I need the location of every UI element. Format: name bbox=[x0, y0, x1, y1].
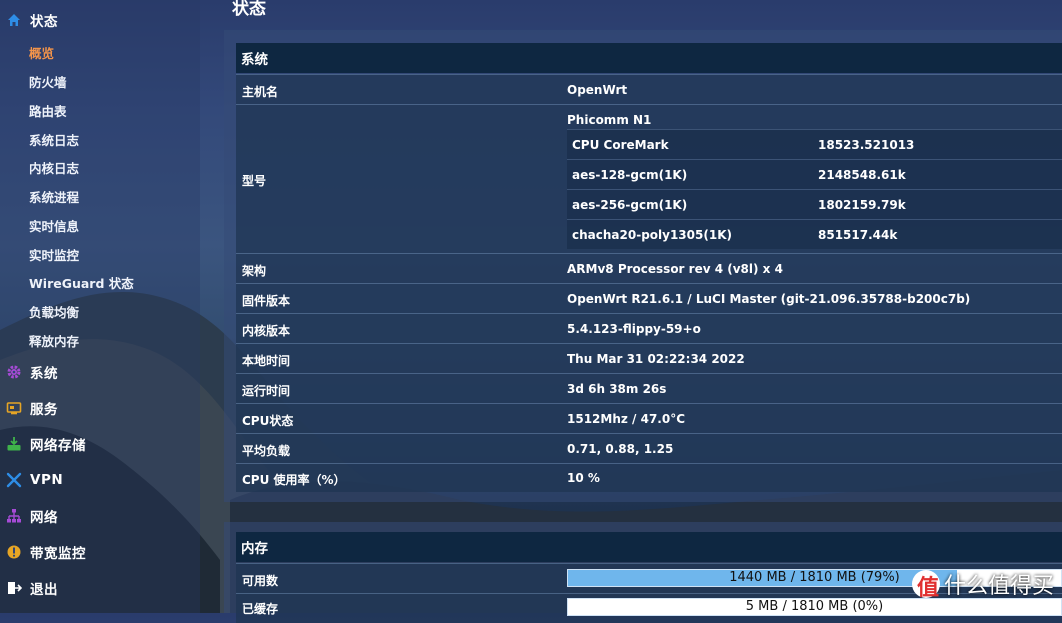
table-row: 运行时间 3d 6h 38m 26s bbox=[236, 373, 1062, 403]
nav-group-logout[interactable]: 退出 bbox=[0, 576, 200, 600]
nav-group-label: 退出 bbox=[30, 582, 58, 598]
benchmark-key: aes-256-gcm(1K) bbox=[572, 198, 688, 212]
logout-icon bbox=[8, 582, 22, 594]
sidebar-item-processes[interactable]: 系统进程 bbox=[29, 187, 79, 206]
home-icon bbox=[8, 14, 20, 26]
row-key: 可用数 bbox=[242, 574, 279, 588]
benchmark-row: chacha20-poly1305(1K) 851517.44k bbox=[567, 219, 1062, 249]
row-key: 内核版本 bbox=[242, 324, 291, 338]
nav-group-vpn[interactable]: VPN bbox=[0, 468, 200, 492]
sidebar-item-system-log[interactable]: 系统日志 bbox=[29, 130, 79, 149]
nav-group-network[interactable]: 网络 bbox=[0, 504, 200, 528]
row-value: 0.71, 0.88, 1.25 bbox=[567, 442, 674, 456]
benchmark-row: aes-128-gcm(1K) 2148548.61k bbox=[567, 159, 1062, 189]
row-value: Thu Mar 31 02:22:34 2022 bbox=[567, 352, 745, 366]
benchmark-value: 18523.521013 bbox=[818, 138, 915, 152]
table-row: 固件版本 OpenWrt R21.6.1 / LuCI Master (git-… bbox=[236, 283, 1062, 313]
row-value: 10 % bbox=[567, 471, 600, 485]
sidebar-item-routes[interactable]: 路由表 bbox=[29, 101, 67, 120]
benchmark-row: aes-256-gcm(1K) 1802159.79k bbox=[567, 189, 1062, 219]
row-value: 3d 6h 38m 26s bbox=[567, 382, 667, 396]
nav-group-bandwidth[interactable]: 带宽监控 bbox=[0, 540, 200, 564]
nav-group-system[interactable]: 系统 bbox=[0, 360, 200, 384]
memory-cached-bar: 5 MB / 1810 MB (0%) bbox=[567, 598, 1062, 616]
sidebar-item-free-memory[interactable]: 释放内存 bbox=[29, 331, 79, 350]
services-icon bbox=[6, 402, 22, 415]
row-value: ARMv8 Processor rev 4 (v8l) x 4 bbox=[567, 262, 783, 276]
nav-group-label: 网络存储 bbox=[30, 438, 86, 454]
nav-group-services[interactable]: 服务 bbox=[0, 396, 200, 420]
vpn-icon bbox=[6, 472, 22, 488]
benchmark-key: chacha20-poly1305(1K) bbox=[572, 228, 732, 242]
row-key: 固件版本 bbox=[242, 294, 291, 308]
row-key: 已缓存 bbox=[242, 602, 279, 616]
table-row: CPU状态 1512Mhz / 47.0°C bbox=[236, 403, 1062, 433]
bandwidth-icon bbox=[7, 545, 21, 559]
main-content: 状态 系统 主机名 OpenWrt 型号 Phicomm N1 CPU Core… bbox=[224, 0, 1062, 623]
page-title: 状态 bbox=[232, 0, 266, 19]
sidebar-item-wireguard[interactable]: WireGuard 状态 bbox=[29, 273, 134, 292]
sidebar-item-realtime-monitor[interactable]: 实时监控 bbox=[29, 245, 79, 264]
row-key: CPU状态 bbox=[242, 414, 294, 428]
sidebar: 状态 概览 防火墙 路由表 系统日志 内核日志 系统进程 实时信息 实时监控 W… bbox=[0, 0, 200, 613]
gear-icon bbox=[7, 365, 21, 379]
row-value: 5.4.123-flippy-59+o bbox=[567, 322, 701, 336]
network-icon bbox=[7, 509, 21, 523]
sidebar-item-load-balance[interactable]: 负载均衡 bbox=[29, 302, 79, 321]
nav-group-label: VPN bbox=[30, 472, 64, 488]
benchmark-value: 2148548.61k bbox=[818, 168, 906, 182]
table-row-model: 型号 Phicomm N1 CPU CoreMark 18523.521013 … bbox=[236, 104, 1062, 253]
sidebar-item-firewall[interactable]: 防火墙 bbox=[29, 72, 67, 91]
nav-group-status[interactable]: 状态 bbox=[0, 8, 200, 32]
row-key: 型号 bbox=[242, 174, 267, 188]
benchmark-key: CPU CoreMark bbox=[572, 138, 669, 152]
row-key: 运行时间 bbox=[242, 384, 291, 398]
sidebar-item-overview[interactable]: 概览 bbox=[29, 43, 54, 62]
sidebar-item-kernel-log[interactable]: 内核日志 bbox=[29, 158, 79, 177]
nav-group-label: 状态 bbox=[30, 14, 58, 30]
table-row: 本地时间 Thu Mar 31 02:22:34 2022 bbox=[236, 343, 1062, 373]
watermark-text: 什么值得买 bbox=[943, 574, 1054, 599]
storage-icon bbox=[7, 437, 21, 451]
nav-group-label: 网络 bbox=[30, 510, 58, 526]
row-key: 主机名 bbox=[242, 85, 279, 99]
row-value: OpenWrt R21.6.1 / LuCI Master (git-21.09… bbox=[567, 292, 971, 306]
benchmark-key: aes-128-gcm(1K) bbox=[572, 168, 688, 182]
row-key: 本地时间 bbox=[242, 354, 291, 368]
benchmark-row: CPU CoreMark 18523.521013 bbox=[567, 129, 1062, 159]
nav-group-nas[interactable]: 网络存储 bbox=[0, 432, 200, 456]
nav-group-label: 带宽监控 bbox=[30, 546, 86, 562]
table-row: 内核版本 5.4.123-flippy-59+o bbox=[236, 313, 1062, 343]
watermark-badge: 值 bbox=[911, 570, 940, 601]
row-value: 1512Mhz / 47.0°C bbox=[567, 412, 686, 426]
table-row: 架构 ARMv8 Processor rev 4 (v8l) x 4 bbox=[236, 253, 1062, 283]
table-row: CPU 使用率（%） 10 % bbox=[236, 463, 1062, 492]
row-key: 架构 bbox=[242, 264, 267, 278]
nav-group-label: 服务 bbox=[30, 402, 58, 418]
row-key: CPU 使用率（%） bbox=[242, 473, 346, 487]
section-heading-system: 系统 bbox=[236, 43, 1062, 73]
watermark-glyph: 值 bbox=[916, 575, 939, 601]
nav-group-label: 系统 bbox=[30, 366, 58, 382]
row-value: Phicomm N1 bbox=[567, 113, 652, 127]
row-value: OpenWrt bbox=[567, 83, 628, 97]
benchmark-value: 1802159.79k bbox=[818, 198, 906, 212]
watermark-logo: 值 什么值得买 bbox=[911, 568, 1054, 601]
table-row: 主机名 OpenWrt bbox=[236, 74, 1062, 104]
benchmark-value: 851517.44k bbox=[818, 228, 898, 242]
sidebar-item-realtime-info[interactable]: 实时信息 bbox=[29, 216, 79, 235]
row-key: 平均负载 bbox=[242, 444, 291, 458]
section-heading-memory: 内存 bbox=[236, 532, 1062, 562]
table-row: 平均负载 0.71, 0.88, 1.25 bbox=[236, 433, 1062, 463]
